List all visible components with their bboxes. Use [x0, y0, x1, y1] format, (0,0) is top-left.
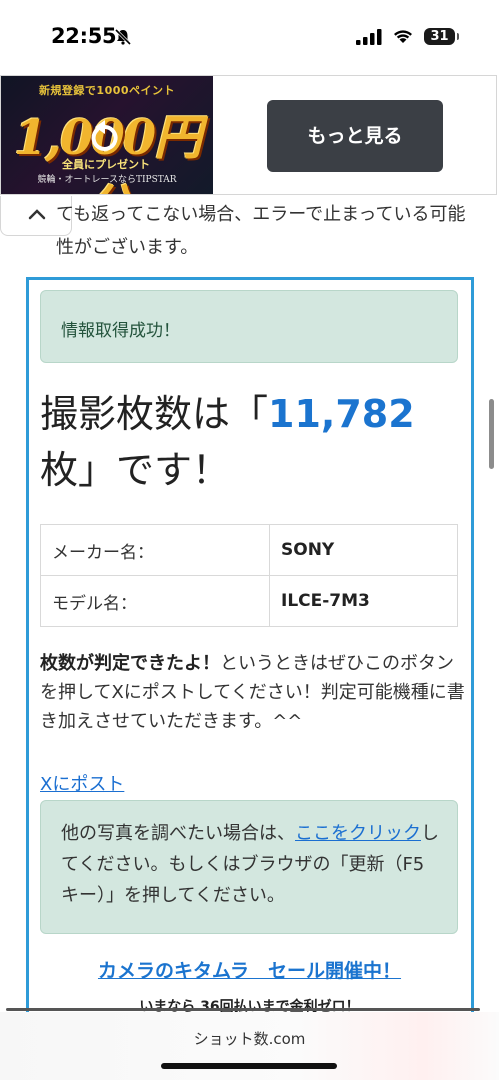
kitamura-sale-link[interactable]: カメラのキタムラ セール開催中！	[0, 956, 499, 983]
ad-banner[interactable]: 新規登録で1000ペイント 1,000円分 全員にプレゼント 競輪・オートレース…	[0, 75, 497, 195]
model-value: ILCE-7M3	[269, 575, 458, 627]
status-time: 22:55	[51, 24, 117, 48]
scrollbar[interactable]	[489, 399, 494, 469]
post-message-bold: 枚数が判定できたよ！	[40, 653, 220, 674]
success-alert: 情報取得成功！	[40, 290, 458, 363]
post-message: 枚数が判定できたよ！というときはぜひこのボタンを押してXにポストしてください！判…	[40, 649, 465, 736]
bell-muted-icon	[114, 28, 132, 46]
click-here-link[interactable]: ここをクリック	[295, 823, 421, 844]
model-label: モデル名：	[40, 575, 270, 627]
ad-image[interactable]: 新規登録で1000ペイント 1,000円分 全員にプレゼント 競輪・オートレース…	[1, 76, 213, 194]
intro-text: ても返ってこない場合、エラーで止まっている可能性がございます。	[56, 204, 466, 258]
replay-icon[interactable]	[83, 116, 127, 160]
post-to-x-link[interactable]: Xにポスト	[40, 770, 124, 796]
maker-label: メーカー名：	[40, 524, 270, 576]
refresh-before: 他の写真を調べたい場合は、	[61, 823, 295, 844]
site-name[interactable]: ショット数.com	[0, 1028, 499, 1049]
table-row: メーカー名： SONY	[40, 524, 458, 576]
battery-tip	[457, 33, 459, 40]
cellular-signal-icon	[356, 29, 382, 45]
count-suffix: 枚」です！	[40, 448, 231, 492]
shot-count-value: 11,782	[268, 392, 415, 436]
success-message: 情報取得成功！	[61, 321, 180, 341]
bottom-divider	[6, 1008, 480, 1011]
count-prefix: 撮影枚数は「	[40, 392, 269, 436]
status-bar: 22:55 31	[0, 0, 499, 75]
chevron-up-icon	[28, 209, 46, 220]
camera-info-table: メーカー名： SONY モデル名： ILCE-7M3	[40, 524, 458, 627]
battery-icon: 31	[424, 28, 455, 45]
home-indicator[interactable]	[161, 1063, 337, 1069]
wifi-icon	[394, 30, 412, 43]
table-row: モデル名： ILCE-7M3	[40, 575, 458, 627]
shot-count-heading: 撮影枚数は「11,782 枚」です！	[40, 386, 460, 498]
ad-bottom-line: 競輪・オートレースならTIPSTAR	[37, 175, 177, 185]
refresh-alert: 他の写真を調べたい場合は、ここをクリックしてください。もしくはブラウザの「更新（…	[40, 800, 458, 934]
more-button[interactable]: もっと見る	[267, 100, 443, 172]
ad-top-line: 新規登録で1000ペイント	[38, 84, 176, 97]
maker-value: SONY	[269, 524, 458, 576]
